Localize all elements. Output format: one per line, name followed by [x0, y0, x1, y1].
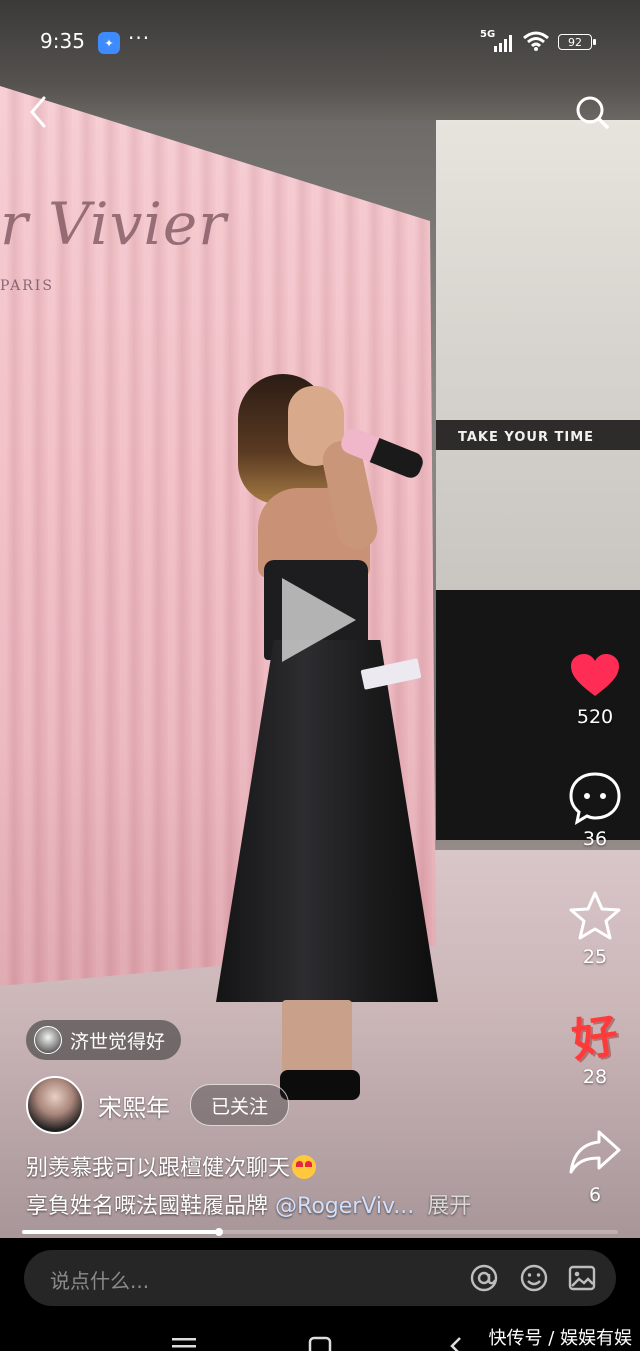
topic-avatar [34, 1026, 62, 1054]
heart-eyes-emoji-icon [292, 1155, 317, 1179]
like-count: 520 [576, 706, 614, 728]
hao-button[interactable]: 好 28 [560, 1008, 630, 1088]
expand-button[interactable]: 展开 [427, 1194, 471, 1219]
caption-line-1: 别羡慕我可以跟檀健次聊天 [26, 1150, 317, 1182]
author-name[interactable]: 宋熙年 [98, 1088, 170, 1123]
caption-line-2: 享負姓名嘅法國鞋履品牌 @RogerViv... 展开 [26, 1188, 471, 1220]
store-sign-text: TAKE YOUR TIME [458, 430, 595, 445]
topic-tag-label: 济世觉得好 [70, 1030, 166, 1053]
mention-link[interactable]: @RogerViv... [275, 1194, 414, 1219]
brand-logo-text: r Vivier [0, 190, 227, 258]
like-button[interactable]: 520 [560, 652, 630, 728]
play-icon[interactable] [282, 578, 356, 662]
share-count: 6 [588, 1184, 602, 1206]
chevron-left-icon[interactable] [22, 92, 58, 132]
brand-logo-subtext: PARIS [0, 278, 54, 294]
comment-count: 36 [582, 828, 608, 850]
favorite-button[interactable]: 25 [560, 890, 630, 968]
heart-icon [571, 654, 619, 696]
comment-input[interactable]: 说点什么... [24, 1250, 616, 1306]
caption-text-1: 别羡慕我可以跟檀健次聊天 [26, 1156, 291, 1181]
menu-icon[interactable] [172, 1336, 196, 1350]
video-progress-bar[interactable] [22, 1228, 618, 1236]
app-notification-icon: ✦ [98, 32, 120, 54]
author-row: 宋熙年 已关注 [26, 1076, 290, 1134]
avatar[interactable] [26, 1076, 84, 1134]
share-arrow-icon [569, 1130, 621, 1174]
status-bar: 9:35 ✦ ··· 5G 92 [0, 24, 640, 64]
caption-text-2: 享負姓名嘅法國鞋履品牌 [26, 1194, 269, 1219]
mall-wall [436, 120, 640, 590]
topic-tag[interactable]: 济世觉得好 [26, 1020, 182, 1060]
hao-count: 28 [582, 1066, 608, 1088]
follow-button[interactable]: 已关注 [190, 1084, 290, 1126]
star-icon [569, 891, 621, 940]
favorite-count: 25 [582, 946, 608, 968]
battery-icon: 92 [558, 34, 596, 50]
status-more-indicator: ··· [128, 26, 151, 50]
wifi-icon [523, 31, 549, 51]
status-time: 9:35 [40, 29, 85, 53]
video-progress-thumb[interactable] [214, 1228, 223, 1236]
search-icon[interactable] [572, 92, 612, 132]
image-icon[interactable] [566, 1262, 598, 1294]
share-button[interactable]: 6 [560, 1126, 630, 1206]
at-icon[interactable] [468, 1262, 500, 1294]
signal-icon [494, 35, 512, 52]
comment-placeholder: 说点什么... [50, 1269, 150, 1293]
emoji-icon[interactable] [518, 1262, 550, 1294]
watermark: 快传号 / 娱娱有娱 [488, 1328, 632, 1349]
comment-button[interactable]: 36 [560, 770, 630, 850]
comment-bubble-icon [569, 772, 621, 826]
video-progress-fill [22, 1230, 219, 1234]
home-icon[interactable] [308, 1336, 332, 1351]
hao-icon: 好 [568, 1008, 622, 1068]
shoes [280, 1070, 360, 1100]
back-nav-icon[interactable] [446, 1336, 464, 1351]
